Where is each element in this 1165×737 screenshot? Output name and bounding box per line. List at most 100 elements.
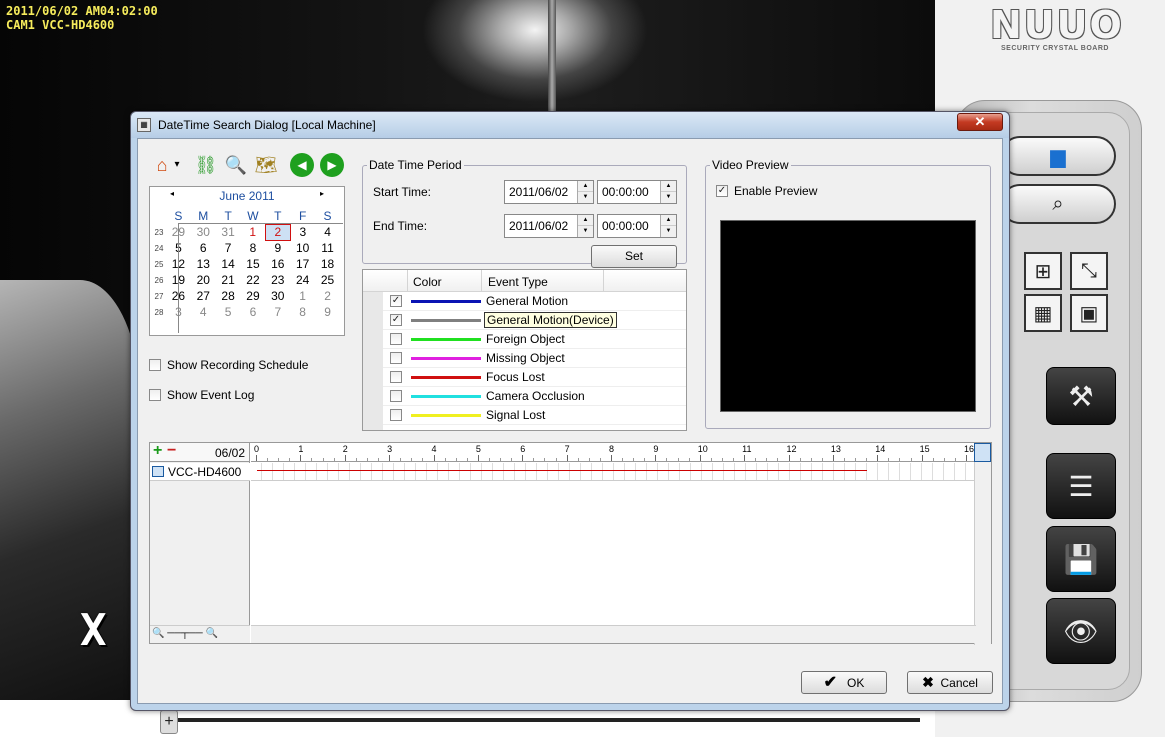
calendar-day[interactable]: 20 (191, 272, 216, 288)
calendar-day[interactable]: 4 (315, 224, 340, 240)
calendar-day[interactable]: 7 (216, 240, 241, 256)
checkbox[interactable] (390, 352, 402, 364)
checkbox[interactable] (390, 371, 402, 383)
calendar-day[interactable]: 7 (265, 304, 290, 320)
start-date-spinner[interactable]: ▲ ▼ (577, 181, 593, 203)
zoom-in-plus-icon[interactable]: + (153, 442, 162, 460)
calendar-day[interactable]: 2 (315, 288, 340, 304)
calendar-day[interactable]: 21 (216, 272, 241, 288)
calendar-day[interactable]: 9 (315, 304, 340, 320)
dialog-titlebar[interactable]: ▦ DateTime Search Dialog [Local Machine]… (131, 112, 1009, 138)
calendar-day[interactable]: 8 (290, 304, 315, 320)
layout-4-button[interactable]: ⊞ (1024, 252, 1062, 290)
end-date-spinner[interactable]: ▲ ▼ (577, 215, 593, 237)
calendar-day[interactable]: 1 (241, 224, 266, 240)
show-recording-schedule-checkbox[interactable]: Show Recording Schedule (149, 358, 308, 372)
search-server-icon[interactable]: 🔍 (224, 153, 248, 177)
calendar-day[interactable]: 1 (290, 288, 315, 304)
start-date-field[interactable]: 2011/06/02 ▲ ▼ (504, 180, 594, 204)
tools-button[interactable]: ⚒ (1046, 367, 1116, 425)
enable-preview-checkbox[interactable]: ✓ Enable Preview (716, 184, 817, 198)
calendar-day[interactable]: 22 (241, 272, 266, 288)
timeline-calendar-icon[interactable] (974, 443, 991, 462)
checkbox-checked[interactable]: ✓ (390, 295, 402, 307)
checkbox-checked[interactable]: ✓ (390, 314, 402, 326)
timeline-zoom-control[interactable]: 🔍 ──┬── 🔍 (150, 625, 250, 643)
calendar-next-button[interactable]: ▸ (320, 189, 324, 198)
checkbox[interactable] (390, 409, 402, 421)
timeline-ruler[interactable]: 0 1 2 3 4 5 6 7 8 9 10 11 12 13 14 15 16 (251, 443, 975, 462)
calendar-day[interactable]: 11 (315, 240, 340, 256)
calendar-day[interactable]: 28 (216, 288, 241, 304)
calendar-day[interactable]: 4 (191, 304, 216, 320)
set-button[interactable]: Set (591, 245, 677, 268)
event-type-row[interactable]: ✓ General Motion (383, 292, 686, 311)
start-time-spinner[interactable]: ▲ ▼ (660, 181, 676, 203)
save-button[interactable]: 💾 (1046, 526, 1116, 592)
event-type-row[interactable]: ✓ General Motion(Device) (383, 311, 686, 330)
list-button[interactable]: ☰ (1046, 453, 1116, 519)
calendar-day[interactable]: 3 (290, 224, 315, 240)
zoom-in-icon[interactable]: 🔍 (205, 628, 217, 639)
calendar-day[interactable]: 6 (191, 240, 216, 256)
start-time-field[interactable]: 00:00:00 ▲ ▼ (597, 180, 677, 204)
playback-slider-track[interactable] (160, 718, 920, 722)
link-icon[interactable]: ⛓ (194, 153, 218, 177)
checkbox-checked[interactable]: ✓ (716, 185, 728, 197)
col-event-type-header[interactable]: Event Type (488, 275, 548, 289)
previous-icon[interactable]: ◀ (290, 153, 314, 177)
calendar-day[interactable]: 24 (290, 272, 315, 288)
checkbox[interactable] (390, 333, 402, 345)
calendar-day[interactable]: 31 (216, 224, 241, 240)
ok-button[interactable]: ✔ OK (801, 671, 887, 694)
calendar-day[interactable]: 17 (290, 256, 315, 272)
calendar-grid[interactable]: SMTWTFS 29303112345678910111213141516171… (166, 208, 340, 320)
event-type-row[interactable]: Camera Occlusion (383, 387, 686, 406)
calendar-day[interactable]: 5 (216, 304, 241, 320)
calendar-day[interactable]: 25 (315, 272, 340, 288)
search-map-icon[interactable]: 🗺 (254, 153, 278, 177)
calendar-day[interactable]: 30 (265, 288, 290, 304)
event-type-row[interactable]: Focus Lost (383, 368, 686, 387)
cancel-button[interactable]: ✖ Cancel (907, 671, 993, 694)
folder-button[interactable]: ▆ (1000, 136, 1116, 176)
calendar-day[interactable]: 16 (265, 256, 290, 272)
checkbox[interactable] (390, 390, 402, 402)
dropdown-arrow-icon[interactable]: ▾ (171, 153, 183, 177)
calendar-day[interactable]: 10 (290, 240, 315, 256)
calendar-day[interactable]: 6 (241, 304, 266, 320)
next-icon[interactable]: ▶ (320, 153, 344, 177)
timeline-track[interactable] (251, 463, 975, 481)
event-type-row[interactable]: Missing Object (383, 349, 686, 368)
calendar-day[interactable]: 30 (191, 224, 216, 240)
col-color-header[interactable]: Color (413, 275, 442, 289)
search-button[interactable]: ⌕ (1000, 184, 1116, 224)
calendar-day[interactable]: 2 (264, 223, 291, 241)
calendar-day[interactable]: 15 (241, 256, 266, 272)
timeline-vertical-scrollbar[interactable] (974, 462, 991, 645)
calendar-day[interactable]: 8 (241, 240, 266, 256)
calendar-day[interactable]: 14 (216, 256, 241, 272)
calendar-day[interactable]: 18 (315, 256, 340, 272)
layout-focus-button[interactable]: ▣ (1070, 294, 1108, 332)
calendar-day[interactable]: 27 (191, 288, 216, 304)
recording-segment[interactable] (257, 470, 867, 471)
checkbox[interactable] (149, 359, 161, 371)
calendar-day[interactable]: 9 (265, 240, 290, 256)
fullscreen-button[interactable]: ⤡ (1070, 252, 1108, 290)
checkbox[interactable] (149, 389, 161, 401)
show-event-log-checkbox[interactable]: Show Event Log (149, 388, 254, 402)
timeline-horizontal-scrollbar[interactable] (251, 625, 976, 643)
zoom-out-icon[interactable]: 🔍 (152, 628, 164, 639)
calendar-day[interactable]: 29 (241, 288, 266, 304)
end-date-field[interactable]: 2011/06/02 ▲ ▼ (504, 214, 594, 238)
view-button[interactable]: 👁 (1046, 598, 1116, 664)
calendar-day[interactable]: 23 (265, 272, 290, 288)
close-button[interactable]: ✕ (957, 113, 1003, 131)
event-type-row[interactable]: Foreign Object (383, 330, 686, 349)
timeline-channel-row[interactable]: VCC-HD4600 (150, 463, 250, 481)
playback-slider-handle[interactable]: + (160, 710, 178, 734)
zoom-out-minus-icon[interactable]: − (167, 442, 176, 460)
end-time-spinner[interactable]: ▲ ▼ (660, 215, 676, 237)
calendar-day[interactable]: 13 (191, 256, 216, 272)
